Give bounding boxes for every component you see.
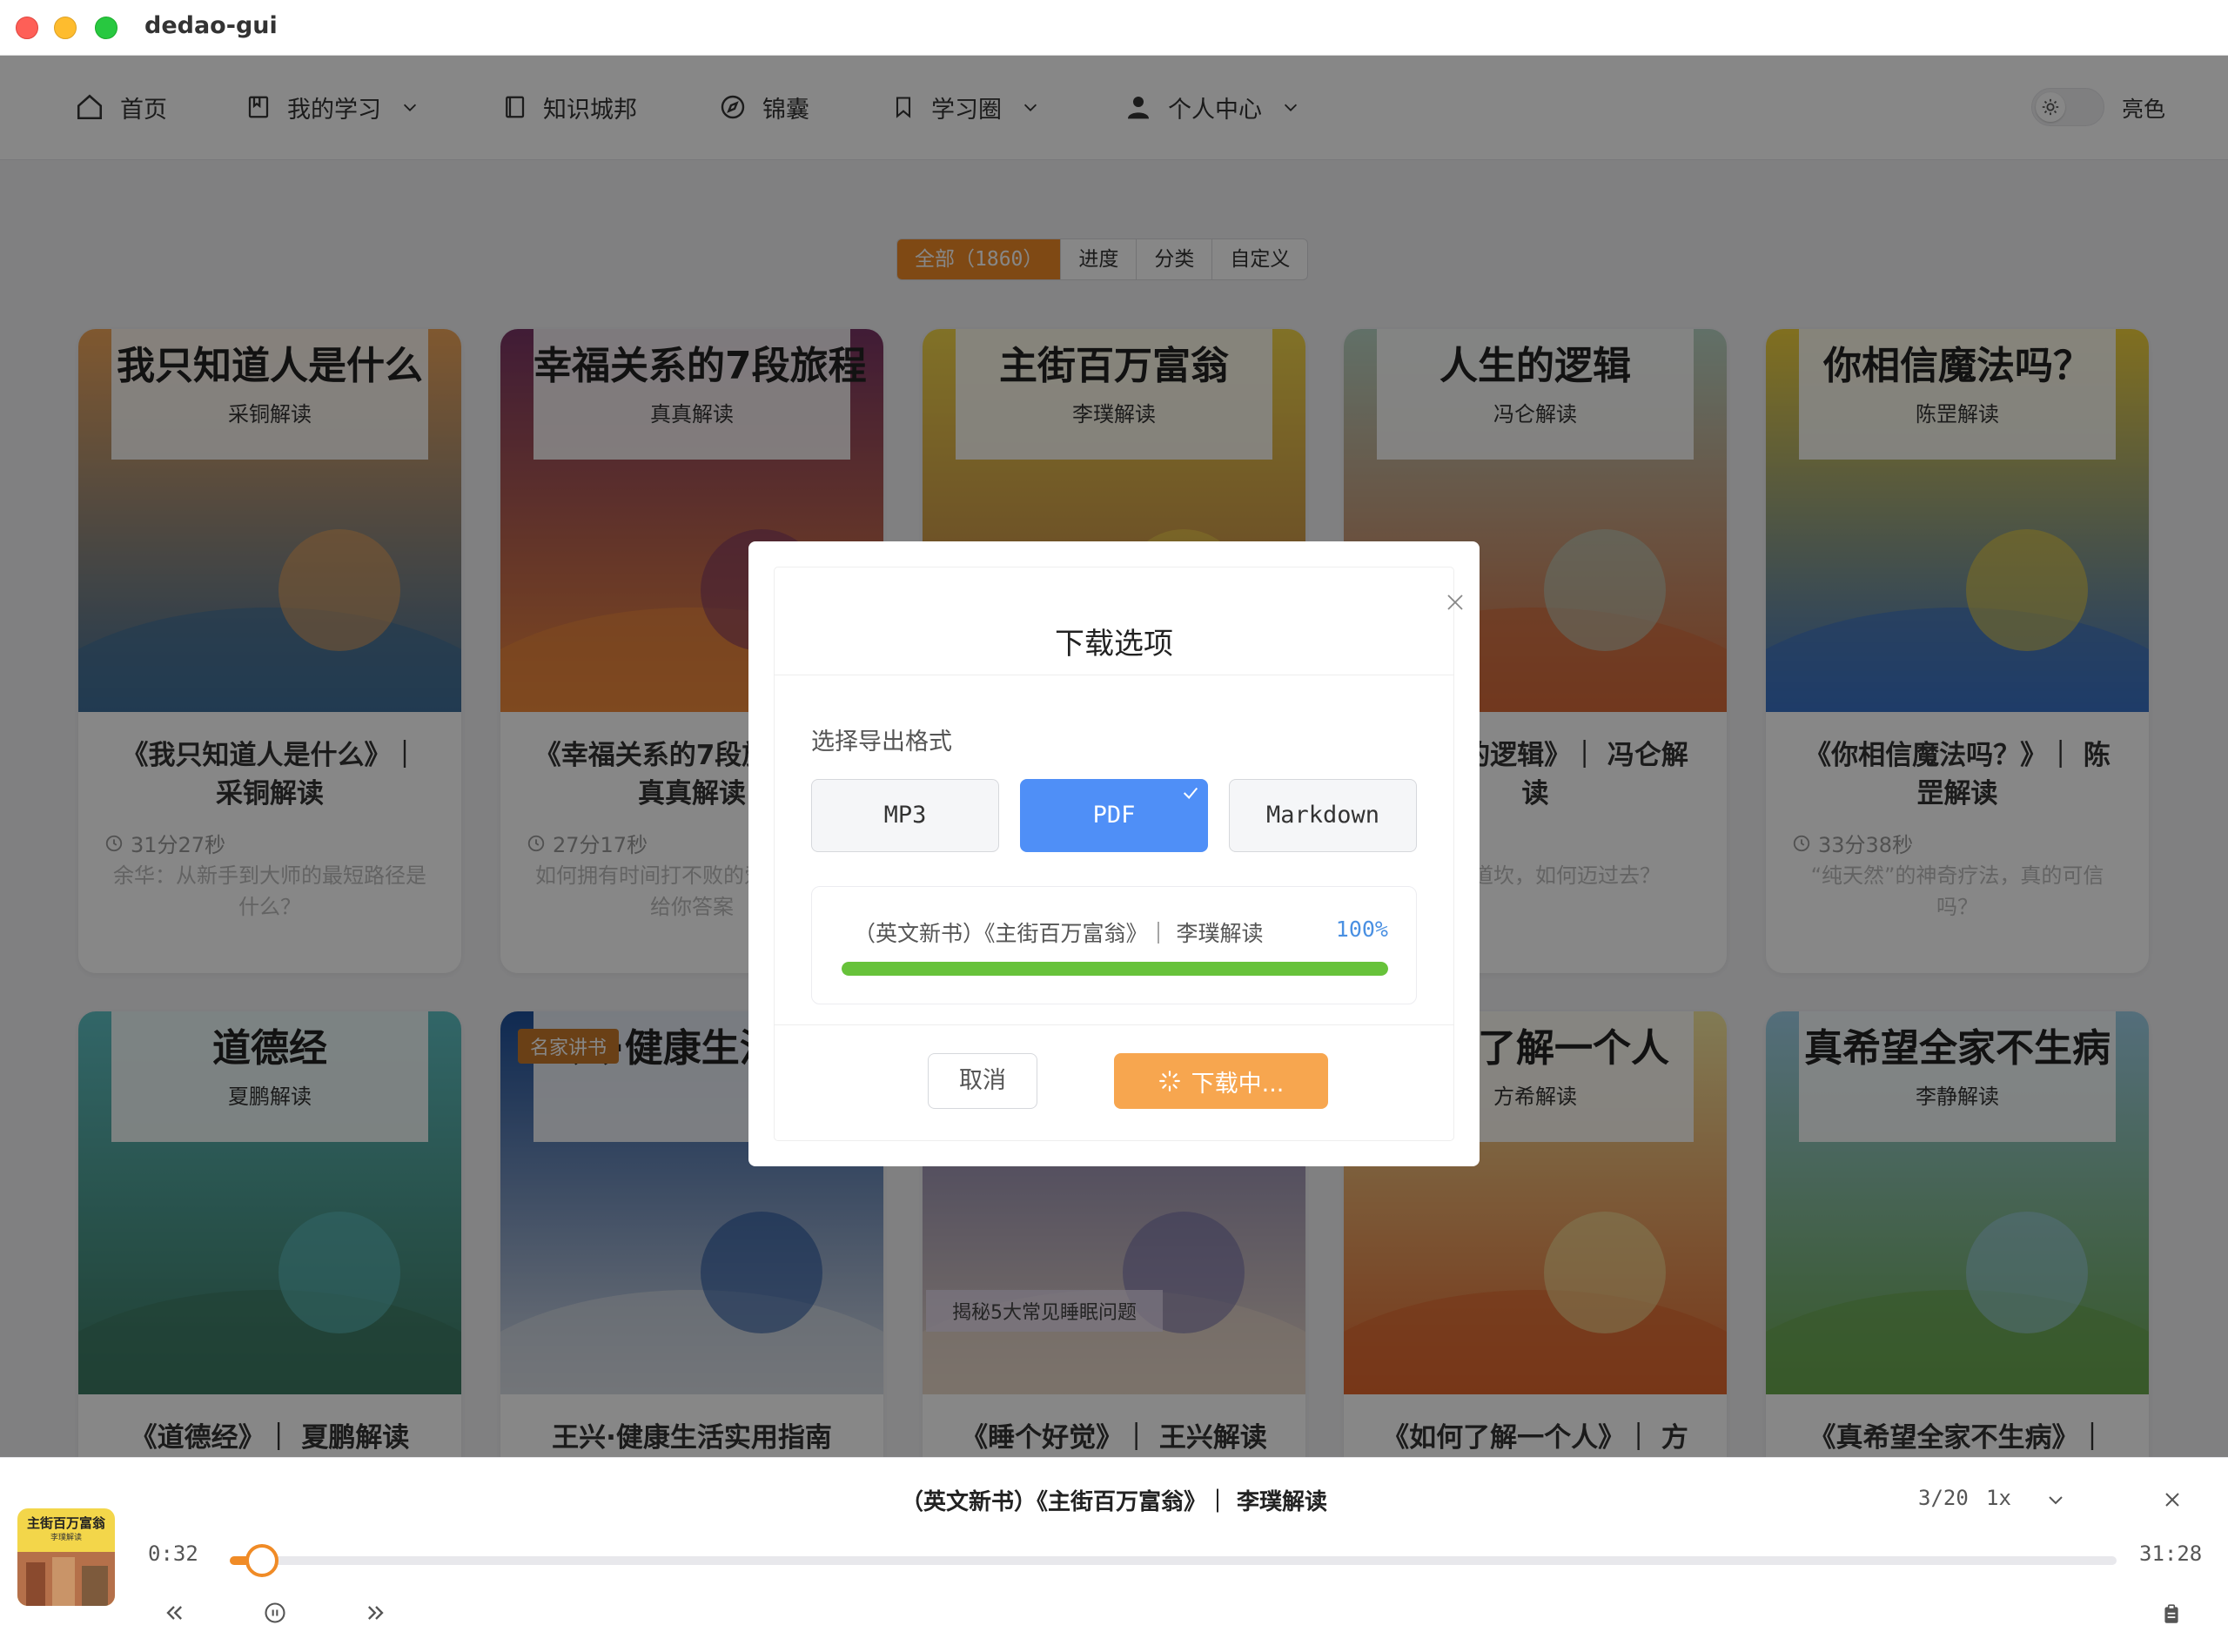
player-cover[interactable]: 主街百万富翁 李璞解读 — [17, 1508, 115, 1606]
player-title: （英文新书）《主街百万富翁》｜ 李璞解读 — [900, 1489, 1328, 1515]
format-mp3-button[interactable]: MP3 — [811, 779, 999, 852]
progress-bar-fill — [842, 962, 1388, 976]
current-time: 0:32 — [148, 1541, 198, 1566]
playlist-count: 3/20 — [1918, 1486, 1969, 1510]
dialog-title: 下载选项 — [1055, 627, 1173, 661]
player-cover-sub: 李璞解读 — [50, 1534, 82, 1542]
divider — [775, 1024, 1453, 1025]
window-title: dedao-gui — [144, 12, 278, 39]
download-dialog: 下载选项 选择导出格式 MP3 PDF Markdown （英文新书）《主街百万… — [748, 541, 1480, 1166]
zoom-window-button[interactable] — [95, 17, 117, 39]
download-button[interactable]: 下载中... — [1114, 1053, 1328, 1109]
seek-handle[interactable] — [245, 1544, 278, 1577]
minimize-window-button[interactable] — [54, 17, 77, 39]
progress-percent: 100% — [1335, 917, 1388, 942]
close-icon[interactable] — [1445, 592, 1466, 613]
seek-bar[interactable] — [230, 1544, 2117, 1577]
cancel-button[interactable]: 取消 — [928, 1053, 1037, 1109]
format-label: 选择导出格式 — [811, 729, 952, 755]
audio-player: 主街百万富翁 李璞解读 （英文新书）《主街百万富翁》｜ 李璞解读 3/20 1x… — [0, 1457, 2228, 1652]
progress-item-name: （英文新书）《主街百万富翁》｜ 李璞解读 — [854, 921, 1264, 946]
download-progress-item: （英文新书）《主街百万富翁》｜ 李璞解读 100% — [811, 886, 1417, 1004]
download-button-label: 下载中... — [1191, 1070, 1285, 1098]
fast-forward-icon[interactable] — [364, 1601, 388, 1625]
title-bar: dedao-gui — [0, 0, 2228, 56]
check-icon — [1183, 787, 1198, 799]
pause-icon[interactable] — [263, 1601, 287, 1625]
format-markdown-button[interactable]: Markdown — [1229, 779, 1417, 852]
progress-bar — [842, 962, 1388, 976]
format-pdf-label: PDF — [1092, 802, 1136, 829]
speed-selector[interactable]: 1x — [1986, 1486, 2011, 1510]
format-pdf-button[interactable]: PDF — [1020, 779, 1208, 852]
spinner-icon — [1158, 1071, 1180, 1091]
player-cover-title: 主街百万富翁 — [26, 1515, 105, 1531]
download-dialog-body: 下载选项 选择导出格式 MP3 PDF Markdown （英文新书）《主街百万… — [775, 567, 1463, 1140]
rewind-icon[interactable] — [162, 1601, 186, 1625]
total-time: 31:28 — [2139, 1541, 2203, 1566]
playlist-icon[interactable] — [2160, 1602, 2183, 1627]
chevron-down-icon[interactable] — [2045, 1489, 2066, 1510]
close-icon[interactable] — [2162, 1489, 2183, 1510]
close-window-button[interactable] — [16, 17, 38, 39]
